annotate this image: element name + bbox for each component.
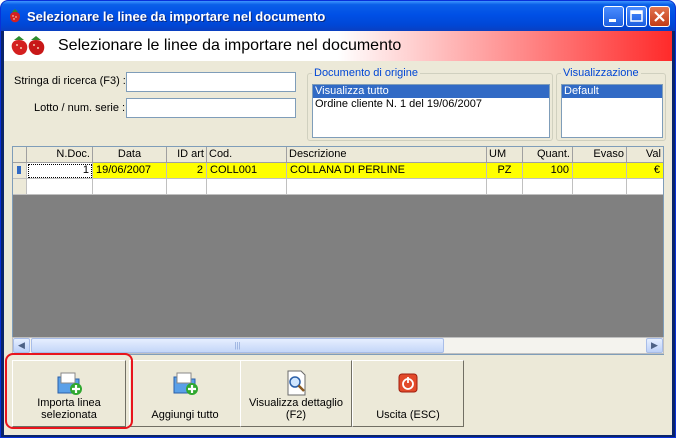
view-detail-label: Visualizza dettaglio (F2): [249, 397, 343, 421]
cell-currency[interactable]: €: [627, 163, 663, 179]
dialog-window: Selezionare le linee da importare nel do…: [0, 0, 676, 438]
exit-label: Uscita (ESC): [376, 409, 440, 421]
cell-item-id[interactable]: 2: [167, 163, 207, 179]
magnifier-document-icon: [287, 370, 306, 396]
origin-document-list[interactable]: Visualizza tutto Ordine cliente N. 1 del…: [312, 84, 550, 138]
column-header-ndoc[interactable]: N.Doc.: [27, 147, 93, 163]
cell-quantity[interactable]: 100: [523, 163, 573, 179]
maximize-button[interactable]: [626, 6, 647, 27]
row-indicator[interactable]: [13, 163, 27, 179]
new-cell[interactable]: [523, 179, 573, 195]
dialog-body: Selezionare le linee da importare nel do…: [4, 31, 672, 435]
scroll-grip: |||: [234, 341, 241, 350]
view-list[interactable]: Default: [561, 84, 663, 138]
origin-item-show-all[interactable]: Visualizza tutto: [313, 85, 549, 98]
minimize-button[interactable]: [603, 6, 624, 27]
add-folder-icon: [173, 372, 198, 395]
scroll-right-button[interactable]: ▶: [646, 338, 663, 353]
new-cell[interactable]: [487, 179, 523, 195]
minimize-icon: [609, 19, 616, 22]
close-button[interactable]: [649, 6, 670, 27]
close-icon: [654, 11, 665, 22]
new-cell[interactable]: [167, 179, 207, 195]
column-header-quantity[interactable]: Quant.: [523, 147, 573, 163]
cell-date[interactable]: 19/06/2007: [93, 163, 167, 179]
grid-header: N.Doc. Data ID art Cod. Descrizione UM Q…: [13, 147, 663, 163]
column-header-um[interactable]: UM: [487, 147, 523, 163]
new-row-indicator: [13, 179, 27, 195]
new-cell[interactable]: [627, 179, 663, 195]
origin-document-title: Documento di origine: [312, 67, 420, 79]
view-title: Visualizzazione: [561, 67, 641, 79]
scroll-left-button[interactable]: ◀: [13, 338, 30, 353]
new-cell[interactable]: [27, 179, 93, 195]
horizontal-scrollbar[interactable]: ◀ ||| ▶: [12, 337, 664, 354]
view-group: Visualizzazione Default: [556, 67, 666, 141]
new-cell[interactable]: [207, 179, 287, 195]
strawberry-icon: [10, 9, 20, 23]
cell-ndoc[interactable]: 1: [27, 163, 93, 179]
window-title: Selezionare le linee da importare nel do…: [27, 9, 326, 24]
power-icon: [398, 373, 418, 393]
add-all-label: Aggiungi tutto: [151, 409, 219, 421]
origin-item-order[interactable]: Ordine cliente N. 1 del 19/06/2007: [313, 98, 549, 111]
current-row-icon: [17, 166, 21, 174]
cell-code[interactable]: COLL001: [207, 163, 287, 179]
origin-document-group: Documento di origine Visualizza tutto Or…: [307, 67, 553, 141]
cell-description[interactable]: COLLANA DI PERLINE: [287, 163, 487, 179]
new-cell[interactable]: [573, 179, 627, 195]
cell-um[interactable]: PZ: [487, 163, 523, 179]
new-cell[interactable]: [287, 179, 487, 195]
cell-fulfilled[interactable]: [573, 163, 627, 179]
add-all-button[interactable]: Aggiungi tutto: [129, 360, 241, 427]
scroll-thumb[interactable]: |||: [31, 338, 444, 353]
column-header-description[interactable]: Descrizione: [287, 147, 487, 163]
new-cell[interactable]: [93, 179, 167, 195]
column-header-date[interactable]: Data: [93, 147, 167, 163]
lines-grid[interactable]: N.Doc. Data ID art Cod. Descrizione UM Q…: [12, 146, 664, 355]
title-bar[interactable]: Selezionare le linee da importare nel do…: [1, 1, 675, 31]
new-row[interactable]: [13, 179, 663, 195]
search-input[interactable]: [126, 72, 296, 92]
header-banner: Selezionare le linee da importare nel do…: [4, 31, 672, 61]
column-header-code[interactable]: Cod.: [207, 147, 287, 163]
column-header-fulfilled[interactable]: Evaso: [573, 147, 627, 163]
strawberries-icon: [11, 36, 45, 55]
view-item-default[interactable]: Default: [562, 85, 662, 98]
search-label: Stringa di ricerca (F3) :: [14, 75, 126, 87]
maximize-icon: [630, 10, 643, 22]
table-row[interactable]: 1 19/06/2007 2 COLL001 COLLANA DI PERLIN…: [13, 163, 663, 179]
view-detail-button[interactable]: Visualizza dettaglio (F2): [240, 360, 352, 427]
highlight-annotation: [5, 353, 133, 429]
column-header-currency[interactable]: Val: [627, 147, 663, 163]
row-indicator-header: [13, 147, 27, 163]
banner-title: Selezionare le linee da importare nel do…: [58, 37, 402, 54]
exit-button[interactable]: Uscita (ESC): [352, 360, 464, 427]
column-header-item-id[interactable]: ID art: [167, 147, 207, 163]
lot-serial-input[interactable]: [126, 98, 296, 118]
lot-label: Lotto / num. serie :: [34, 102, 126, 114]
